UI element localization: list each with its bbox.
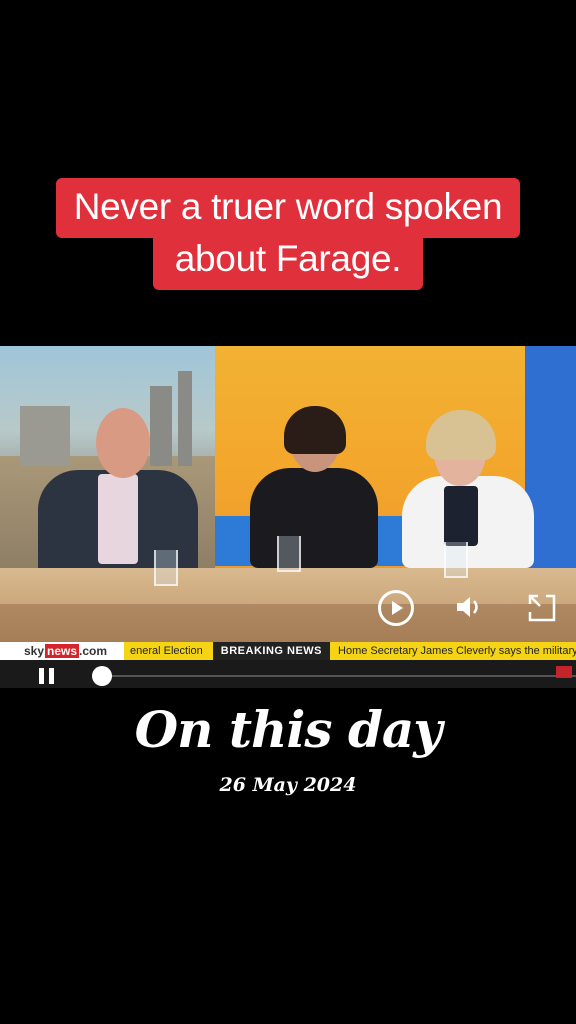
- channel-logo: [556, 666, 572, 678]
- news-ticker: sky news .com eneral Election BREAKING N…: [0, 642, 576, 660]
- expand-icon[interactable]: [526, 592, 558, 624]
- backdrop-tower: [150, 386, 172, 466]
- progress-track[interactable]: [98, 675, 576, 677]
- video-frame: [0, 346, 576, 688]
- replay-icon[interactable]: [378, 590, 414, 626]
- on-this-day-title: On this day: [134, 700, 443, 759]
- backdrop-tower: [178, 371, 192, 466]
- caption-line-1: Never a truer word spoken: [55, 178, 521, 238]
- brand-com: .com: [79, 644, 108, 658]
- water-glass: [277, 536, 301, 572]
- caption-line-2: about Farage.: [152, 230, 424, 290]
- progress-knob[interactable]: [92, 666, 112, 686]
- breaking-news-badge: BREAKING NEWS: [212, 642, 331, 660]
- water-glass: [444, 542, 468, 578]
- brand-sky: sky: [24, 644, 45, 658]
- ticker-segment: eneral Election: [124, 642, 213, 660]
- memory-date: 26 May 2024: [219, 774, 357, 796]
- caption-overlay: Never a truer word spoken about Farage.: [0, 178, 576, 290]
- sky-news-logo: sky news .com: [0, 642, 124, 660]
- water-glass: [154, 550, 178, 586]
- brand-news: news: [45, 644, 80, 658]
- playback-bar[interactable]: [0, 664, 576, 688]
- backdrop-tower: [20, 406, 70, 466]
- pause-icon[interactable]: [38, 668, 62, 684]
- ticker-headline: Home Secretary James Cleverly says the m…: [330, 642, 576, 660]
- volume-icon[interactable]: [452, 590, 486, 624]
- desk-front: [0, 604, 576, 644]
- video-player[interactable]: sky news .com eneral Election BREAKING N…: [0, 346, 576, 688]
